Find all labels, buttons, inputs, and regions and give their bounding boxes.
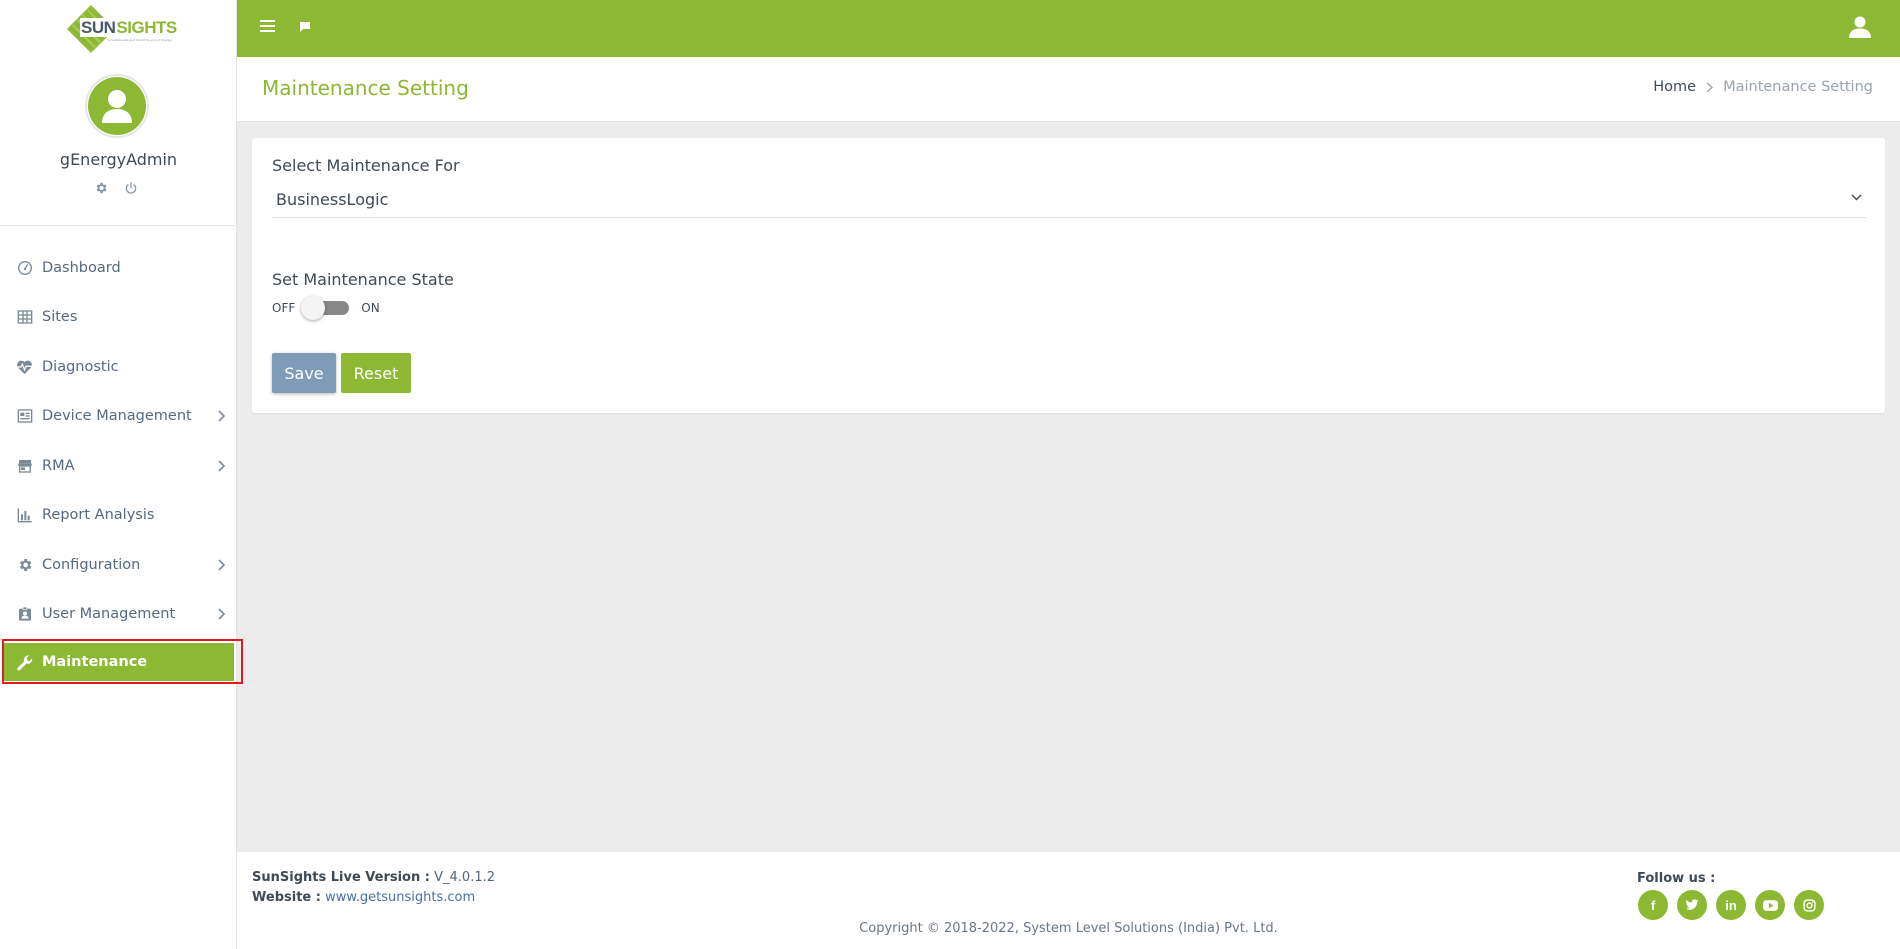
sidebar-item-user-management[interactable]: User Management (0, 590, 237, 640)
logo-text: SUNSIGHTS (80, 18, 177, 37)
sidebar: SUNSIGHTS A Sustainable and Smart Source… (0, 0, 237, 949)
sidebar-item-label: Dashboard (42, 259, 121, 276)
maintenance-form-card: Select Maintenance For BusinessLogic Set… (252, 138, 1885, 413)
footer: SunSights Live Version : V_4.0.1.2 Websi… (237, 852, 1900, 949)
twitter-icon[interactable] (1677, 890, 1707, 920)
heartbeat-icon (16, 358, 33, 375)
sidebar-item-label: Device Management (42, 408, 192, 425)
chevron-right-icon (217, 608, 225, 620)
user-icon (88, 77, 146, 135)
sidebar-item-diagnostic[interactable]: Diagnostic (0, 342, 237, 392)
website-label: Website : (252, 890, 321, 905)
linkedin-icon[interactable]: in (1716, 890, 1746, 920)
sidebar-item-dashboard[interactable]: Dashboard (0, 243, 237, 293)
gear-icon (16, 556, 33, 573)
select-maintenance-label: Select Maintenance For (272, 156, 460, 175)
bar-chart-icon (16, 507, 33, 524)
sidebar-item-report-analysis[interactable]: Report Analysis (0, 491, 237, 541)
sidebar-item-label: User Management (42, 606, 176, 623)
maintenance-state-toggle-row: OFF ON (272, 296, 380, 320)
breadcrumb: Home Maintenance Setting (1653, 79, 1873, 95)
youtube-icon[interactable] (1755, 890, 1785, 920)
follow-us-label: Follow us : (1637, 871, 1716, 886)
sidebar-item-label: Sites (42, 309, 78, 326)
sidebar-divider (0, 225, 237, 226)
sidebar-item-device-management[interactable]: Device Management (0, 392, 237, 442)
username: gEnergyAdmin (59, 150, 178, 169)
sidebar-menu: Dashboard Sites Diagnostic Device Manage… (0, 243, 237, 681)
active-item-highlight (2, 639, 243, 684)
store-icon (16, 457, 33, 474)
chevron-right-icon (1706, 82, 1714, 93)
website-link[interactable]: www.getsunsights.com (325, 890, 475, 905)
page-header: Maintenance Setting Home Maintenance Set… (237, 57, 1900, 122)
user-account-icon[interactable] (1848, 15, 1872, 39)
chevron-right-icon (217, 559, 225, 571)
hamburger-menu-icon[interactable] (260, 19, 275, 33)
avatar (85, 74, 149, 138)
page-title: Maintenance Setting (262, 76, 469, 100)
sidebar-item-configuration[interactable]: Configuration (0, 540, 237, 590)
facebook-icon[interactable]: f (1638, 890, 1668, 920)
user-actions (94, 181, 138, 195)
sidebar-item-label: Report Analysis (42, 507, 155, 524)
save-button[interactable]: Save (272, 353, 336, 393)
toggle-off-label: OFF (272, 301, 296, 315)
instagram-icon[interactable] (1794, 890, 1824, 920)
sidebar-item-sites[interactable]: Sites (0, 293, 237, 343)
sites-icon (16, 309, 33, 326)
social-links: f in (1638, 890, 1824, 920)
sidebar-item-label: Configuration (42, 556, 141, 573)
select-value: BusinessLogic (276, 190, 389, 209)
reset-button[interactable]: Reset (341, 353, 411, 393)
maintenance-state-toggle[interactable] (301, 296, 350, 320)
version-value: V_4.0.1.2 (434, 870, 495, 885)
message-flag-icon[interactable] (299, 21, 311, 33)
sidebar-item-label: Diagnostic (42, 358, 119, 375)
version-label: SunSights Live Version : (252, 870, 430, 885)
sidebar-item-rma[interactable]: RMA (0, 441, 237, 491)
device-icon (16, 408, 33, 425)
maintenance-target-select[interactable]: BusinessLogic (272, 186, 1866, 218)
version-line: SunSights Live Version : V_4.0.1.2 (252, 870, 495, 885)
website-line: Website : www.getsunsights.com (252, 890, 475, 905)
toggle-knob (301, 296, 326, 320)
badge-icon (16, 606, 33, 623)
logo-tagline: A Sustainable and Smart Source of Energy (108, 38, 172, 42)
sidebar-item-label: RMA (42, 457, 75, 474)
copyright-text: Copyright © 2018-2022, System Level Solu… (859, 921, 1278, 936)
chevron-down-icon (1851, 194, 1862, 201)
breadcrumb-home-link[interactable]: Home (1653, 79, 1696, 95)
sunsights-logo[interactable]: SUNSIGHTS A Sustainable and Smart Source… (66, 4, 177, 54)
settings-gear-icon[interactable] (94, 181, 108, 195)
chevron-right-icon (217, 410, 225, 422)
top-navbar (237, 0, 1900, 57)
toggle-on-label: ON (361, 301, 380, 315)
maintenance-state-label: Set Maintenance State (272, 270, 454, 289)
chevron-right-icon (217, 460, 225, 472)
power-icon[interactable] (124, 181, 138, 195)
dashboard-icon (16, 259, 33, 276)
breadcrumb-current: Maintenance Setting (1723, 79, 1873, 95)
